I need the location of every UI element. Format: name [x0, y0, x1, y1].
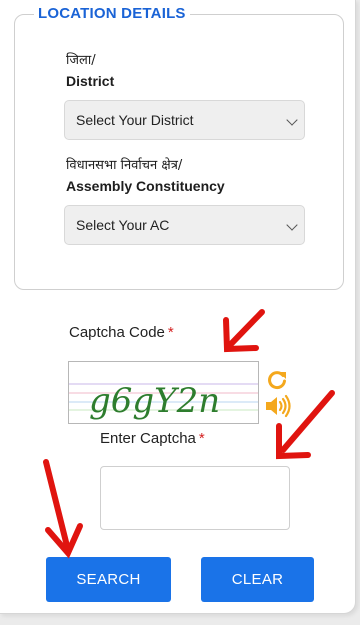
arrow-captcha-input: [280, 390, 335, 453]
arrow-captcha-label: [227, 309, 265, 348]
annotation-arrows: [43, 309, 335, 559]
page: LOCATION DETAILS जिला/ District Select Y…: [0, 0, 360, 625]
search-form-card: LOCATION DETAILS जिला/ District Select Y…: [0, 0, 356, 614]
